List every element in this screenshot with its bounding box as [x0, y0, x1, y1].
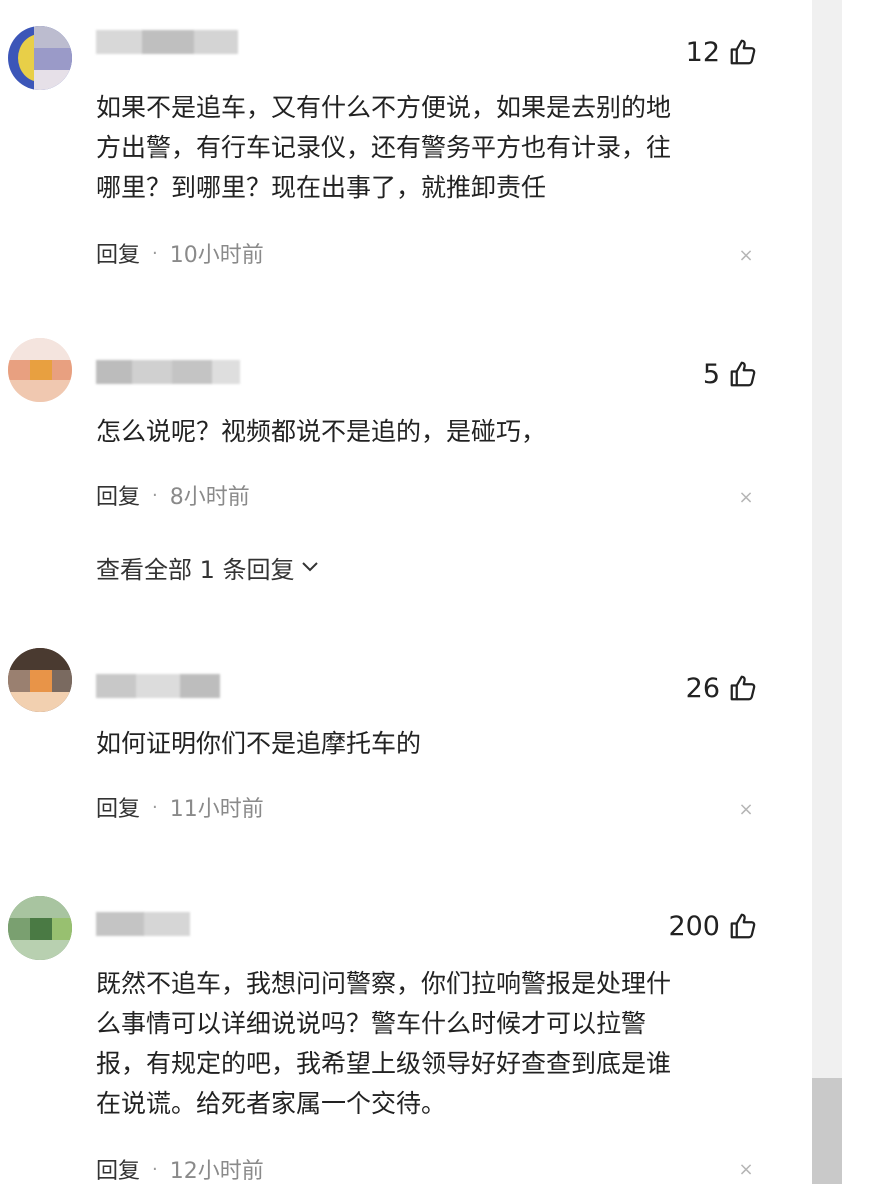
- meta-separator: ·: [152, 484, 158, 506]
- meta-separator: ·: [152, 242, 158, 264]
- comment-meta: 回复 · 10小时前: [96, 237, 264, 269]
- like-button[interactable]: 5: [703, 354, 758, 394]
- comment-text: 如果不是追车，又有什么不方便说，如果是去别的地 方出警，有行车记录仪，还有警务平…: [96, 93, 672, 202]
- like-count: 12: [685, 36, 720, 68]
- comment-time: 8小时前: [169, 485, 250, 510]
- page-edge: [842, 0, 878, 1184]
- meta-separator: ·: [152, 1158, 158, 1180]
- avatar[interactable]: [8, 896, 72, 960]
- comment-item: 26 如何证明你们不是追摩托车的 回复 · 11小时前 ×: [0, 640, 812, 880]
- reply-button[interactable]: 回复: [96, 479, 140, 511]
- like-button[interactable]: 26: [686, 668, 758, 708]
- close-icon[interactable]: ×: [734, 798, 758, 822]
- comment-time: 11小时前: [169, 797, 264, 822]
- like-button[interactable]: 12: [686, 32, 758, 72]
- comment-text: 如何证明你们不是追摩托车的: [96, 729, 422, 758]
- avatar[interactable]: [8, 648, 72, 712]
- comment-item: 200 既然不追车，我想问问警察，你们拉响警报是处理什 么事情可以详细说说吗？警…: [0, 880, 812, 1184]
- thumbs-up-icon: [730, 39, 756, 65]
- reply-button[interactable]: 回复: [96, 1153, 140, 1185]
- close-icon[interactable]: ×: [734, 1158, 758, 1182]
- comment-text: 既然不追车，我想问问警察，你们拉响警报是处理什 么事情可以详细说说吗？警车什么时…: [96, 969, 672, 1118]
- avatar[interactable]: [8, 338, 72, 402]
- comment-text: 怎么说呢？视频都说不是追的，是碰巧，: [96, 417, 547, 446]
- username[interactable]: [96, 674, 220, 698]
- like-button[interactable]: 200: [668, 906, 758, 946]
- comment-item: 12 如果不是追车，又有什么不方便说，如果是去别的地 方出警，有行车记录仪，还有…: [0, 0, 812, 300]
- view-all-replies-label: 查看全部 1 条回复: [96, 555, 295, 584]
- reply-button[interactable]: 回复: [96, 237, 140, 269]
- thumbs-up-icon: [730, 675, 756, 701]
- username[interactable]: [96, 360, 240, 384]
- comment-list: 12 如果不是追车，又有什么不方便说，如果是去别的地 方出警，有行车记录仪，还有…: [0, 0, 812, 1184]
- scrollbar-thumb[interactable]: [812, 1078, 842, 1184]
- comment-time: 12小时前: [169, 1159, 264, 1184]
- thumbs-up-icon: [730, 913, 756, 939]
- close-icon[interactable]: ×: [734, 244, 758, 268]
- comment-meta: 回复 · 11小时前: [96, 791, 264, 823]
- view-all-replies-button[interactable]: 查看全部 1 条回复: [96, 550, 319, 584]
- close-icon[interactable]: ×: [734, 486, 758, 510]
- username[interactable]: [96, 912, 190, 936]
- username[interactable]: [96, 30, 238, 54]
- chevron-down-icon: [301, 562, 318, 572]
- scrollbar[interactable]: [812, 0, 842, 1184]
- thumbs-up-icon: [730, 361, 756, 387]
- comment-meta: 回复 · 8小时前: [96, 479, 250, 511]
- comment-meta: 回复 · 12小时前: [96, 1153, 264, 1185]
- meta-separator: ·: [152, 796, 158, 818]
- comment-time: 10小时前: [169, 243, 264, 268]
- like-count: 26: [685, 672, 720, 704]
- like-count: 5: [702, 358, 720, 390]
- reply-button[interactable]: 回复: [96, 791, 140, 823]
- avatar[interactable]: [8, 26, 72, 90]
- like-count: 200: [668, 910, 720, 942]
